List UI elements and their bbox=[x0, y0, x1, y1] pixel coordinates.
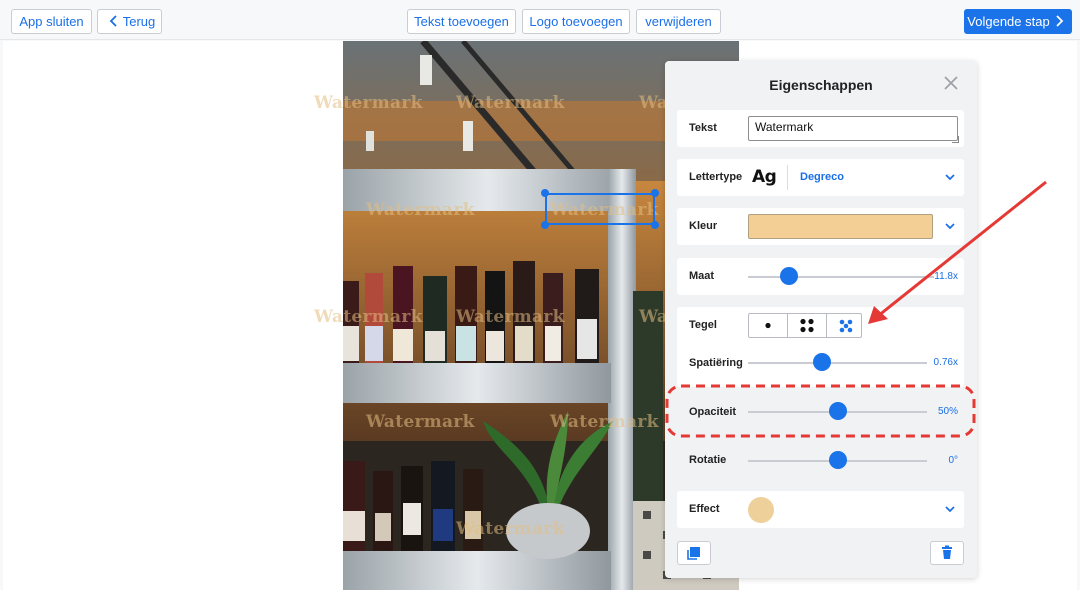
size-label: Maat bbox=[689, 270, 715, 282]
effect-label: Effect bbox=[689, 503, 720, 515]
tile-row: Tegel Spatiëring 0.76x bbox=[677, 307, 964, 387]
text-label: Tekst bbox=[689, 122, 717, 134]
back-button[interactable]: Terug bbox=[97, 9, 162, 34]
close-app-button[interactable]: App sluiten bbox=[11, 9, 92, 34]
add-logo-label: Logo toevoegen bbox=[529, 14, 623, 29]
tile-diagonal-option[interactable] bbox=[827, 314, 865, 337]
delete-element-button[interactable] bbox=[930, 541, 964, 565]
panel-title: Eigenschappen bbox=[769, 77, 873, 93]
chevron-right-icon bbox=[1055, 14, 1064, 29]
close-app-label: App sluiten bbox=[19, 14, 84, 29]
font-label: Lettertype bbox=[689, 171, 743, 183]
grid-dots-icon bbox=[800, 318, 814, 333]
size-slider-track[interactable] bbox=[748, 276, 934, 278]
chevron-left-icon bbox=[109, 14, 118, 29]
font-preview: Ag bbox=[752, 167, 777, 187]
trash-icon bbox=[942, 545, 952, 559]
duplicate-icon bbox=[687, 547, 700, 560]
resize-handle[interactable] bbox=[651, 221, 659, 229]
tile-label: Tegel bbox=[689, 319, 717, 331]
resize-handle[interactable] bbox=[651, 189, 659, 197]
spacing-slider-thumb[interactable] bbox=[813, 353, 831, 371]
opacity-slider-thumb[interactable] bbox=[829, 402, 847, 420]
properties-panel: Eigenschappen Tekst Watermark Lettertype… bbox=[665, 61, 977, 578]
delete-label: verwijderen bbox=[645, 14, 712, 29]
color-row: Kleur bbox=[677, 208, 964, 245]
effect-row: Effect bbox=[677, 491, 964, 528]
chevron-down-icon[interactable] bbox=[943, 502, 957, 516]
duplicate-button[interactable] bbox=[677, 541, 711, 565]
next-step-button[interactable]: Volgende stap bbox=[964, 9, 1072, 34]
tile-single-option[interactable] bbox=[749, 314, 788, 337]
opacity-label: Opaciteit bbox=[689, 406, 737, 418]
opacity-value: 50% bbox=[937, 406, 958, 417]
tile-grid-option[interactable] bbox=[788, 314, 827, 337]
add-text-button[interactable]: Tekst toevoegen bbox=[407, 9, 516, 34]
single-dot-icon bbox=[765, 322, 771, 329]
add-text-label: Tekst toevoegen bbox=[414, 14, 509, 29]
diagonal-dots-icon bbox=[839, 319, 853, 333]
font-row: Lettertype Ag Degreco bbox=[677, 159, 964, 196]
divider bbox=[787, 165, 788, 190]
font-select[interactable]: Degreco bbox=[800, 171, 844, 183]
color-swatch[interactable] bbox=[748, 214, 933, 239]
text-input[interactable]: Watermark bbox=[748, 116, 958, 141]
chevron-down-icon[interactable] bbox=[943, 170, 957, 184]
delete-button[interactable]: verwijderen bbox=[636, 9, 721, 34]
close-icon[interactable] bbox=[941, 73, 961, 93]
opacity-row: Opaciteit 50% bbox=[677, 394, 964, 431]
spacing-value: 0.76x bbox=[933, 357, 958, 368]
rotation-label: Rotatie bbox=[689, 454, 727, 466]
size-row: Maat 11.8x bbox=[677, 258, 964, 295]
resize-handle[interactable] bbox=[541, 221, 549, 229]
next-step-label: Volgende stap bbox=[967, 14, 1050, 29]
rotation-value: 0° bbox=[948, 455, 958, 466]
size-value: 11.8x bbox=[934, 271, 958, 282]
bottle-row-top bbox=[343, 261, 599, 363]
resize-handle[interactable] bbox=[541, 189, 549, 197]
rotation-slider-thumb[interactable] bbox=[829, 451, 847, 469]
back-label: Terug bbox=[122, 14, 156, 29]
spacing-slider-track[interactable] bbox=[748, 362, 927, 364]
add-logo-button[interactable]: Logo toevoegen bbox=[522, 9, 630, 34]
top-toolbar: App sluiten Terug Tekst toevoegen Logo t… bbox=[0, 0, 1080, 40]
text-row: Tekst Watermark bbox=[677, 110, 964, 147]
size-slider-thumb[interactable] bbox=[780, 267, 798, 285]
selection-box[interactable] bbox=[545, 193, 655, 225]
spacing-label: Spatiëring bbox=[689, 357, 743, 369]
chevron-down-icon[interactable] bbox=[943, 219, 957, 233]
rotation-row: Rotatie 0° bbox=[677, 442, 964, 479]
resize-grip-icon[interactable] bbox=[952, 136, 959, 143]
color-label: Kleur bbox=[689, 220, 718, 232]
effect-swatch[interactable] bbox=[748, 497, 774, 523]
tile-options bbox=[748, 313, 862, 338]
